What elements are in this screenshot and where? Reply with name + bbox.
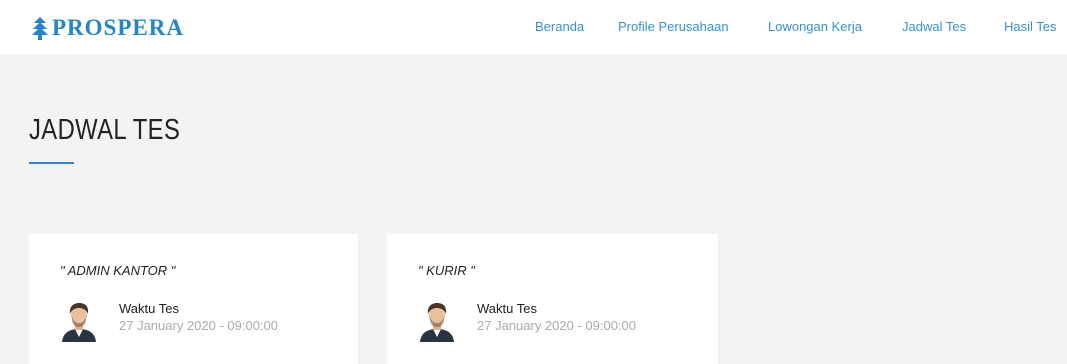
avatar-icon (62, 303, 96, 342)
title-underline (29, 162, 74, 164)
card-label-waktu-tes: Waktu Tes (477, 301, 537, 316)
nav-link-profile-perusahaan[interactable]: Profile Perusahaan (618, 19, 729, 35)
page-title: JADWAL TES (29, 114, 181, 146)
logo[interactable]: PROSPERA (32, 13, 184, 43)
card-datetime: 27 January 2020 - 09:00:00 (477, 318, 637, 333)
schedule-card[interactable]: " KURIR " Waktu Tes 27 January 2020 - 09… (387, 234, 718, 364)
nav-link-jadwal-tes[interactable]: Jadwal Tes (902, 19, 966, 35)
navbar: PROSPERA Beranda Profile Perusahaan Lowo… (0, 0, 1067, 54)
nav-link-beranda[interactable]: Beranda (535, 19, 584, 35)
nav-link-lowongan-kerja[interactable]: Lowongan Kerja (768, 19, 862, 35)
logo-text: PROSPERA (52, 15, 184, 40)
tree-logo-icon (32, 17, 48, 40)
card-label-waktu-tes: Waktu Tes (119, 301, 179, 316)
card-title: " ADMIN KANTOR " (60, 263, 176, 278)
card-datetime: 27 January 2020 - 09:00:00 (119, 318, 279, 333)
schedule-card[interactable]: " ADMIN KANTOR " Waktu Tes 27 January 20… (29, 234, 358, 364)
card-title: " KURIR " (418, 263, 475, 278)
avatar-icon (420, 303, 454, 342)
nav-link-hasil-tes[interactable]: Hasil Tes (1004, 19, 1057, 35)
